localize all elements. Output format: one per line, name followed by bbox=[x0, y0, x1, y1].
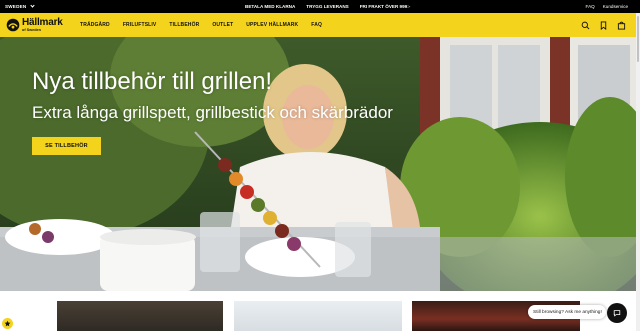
menu-item-faq[interactable]: FAQ bbox=[311, 22, 322, 28]
bookmark-icon[interactable] bbox=[599, 20, 608, 30]
main-navigation: Hällmark of Sweden TRÄDGÅRD FRILUFTSLIV … bbox=[0, 13, 640, 37]
utility-links: FAQ Kundservice bbox=[586, 0, 628, 13]
usp-item-klarna: BETALA MED KLARNA bbox=[245, 4, 296, 9]
menu-item-upplev-hallmark[interactable]: UPPLEV HÄLLMARK bbox=[246, 22, 298, 28]
region-label: SWEDEN bbox=[5, 4, 27, 9]
scrollbar-thumb[interactable] bbox=[637, 16, 639, 62]
top-utility-bar: SWEDEN BETALA MED KLARNA TRYGG LEVERANS … bbox=[0, 0, 640, 13]
chat-icon bbox=[613, 310, 621, 317]
menu-item-friluftsliv[interactable]: FRILUFTSLIV bbox=[123, 22, 157, 28]
chat-launcher-button[interactable] bbox=[607, 303, 627, 323]
brand-logo[interactable]: Hällmark of Sweden bbox=[6, 15, 66, 35]
region-selector[interactable]: SWEDEN bbox=[5, 0, 35, 13]
faq-link[interactable]: FAQ bbox=[586, 4, 595, 9]
hero-banner: Nya tillbehör till grillen! Extra långa … bbox=[0, 37, 640, 291]
main-menu: TRÄDGÅRD FRILUFTSLIV TILLBEHÖR OUTLET UP… bbox=[80, 13, 322, 37]
chevron-down-icon bbox=[30, 3, 35, 8]
search-icon[interactable] bbox=[581, 21, 590, 30]
hero-subtitle: Extra långa grillspett, grillbestick och… bbox=[32, 103, 393, 122]
usp-item-free-shipping: FRI FRAKT ÖVER 999:- bbox=[359, 4, 411, 9]
menu-item-tradgard[interactable]: TRÄDGÅRD bbox=[80, 22, 110, 28]
menu-item-tillbehor[interactable]: TILLBEHÖR bbox=[169, 22, 199, 28]
star-icon bbox=[4, 320, 11, 327]
usp-list: BETALA MED KLARNA TRYGG LEVERANS FRI FRA… bbox=[245, 0, 410, 13]
logo-sub-text: of Sweden bbox=[22, 27, 41, 32]
hero-title: Nya tillbehör till grillen! bbox=[32, 68, 273, 95]
floating-badge[interactable] bbox=[2, 318, 13, 329]
shopping-bag-icon[interactable] bbox=[617, 21, 626, 30]
usp-item-delivery: TRYGG LEVERANS bbox=[306, 4, 349, 9]
menu-item-outlet[interactable]: OUTLET bbox=[212, 22, 233, 28]
category-card[interactable] bbox=[234, 301, 402, 331]
see-accessories-button[interactable]: SE TILLBEHÖR bbox=[32, 137, 101, 155]
category-card[interactable] bbox=[57, 301, 223, 331]
logo-mark-icon bbox=[6, 18, 20, 32]
customer-service-link[interactable]: Kundservice bbox=[603, 4, 628, 9]
nav-icon-group bbox=[581, 13, 626, 37]
chat-prompt-bubble[interactable]: Still browsing? Ask me anything! bbox=[528, 305, 606, 319]
logo-brand-text: Hällmark bbox=[22, 16, 63, 28]
